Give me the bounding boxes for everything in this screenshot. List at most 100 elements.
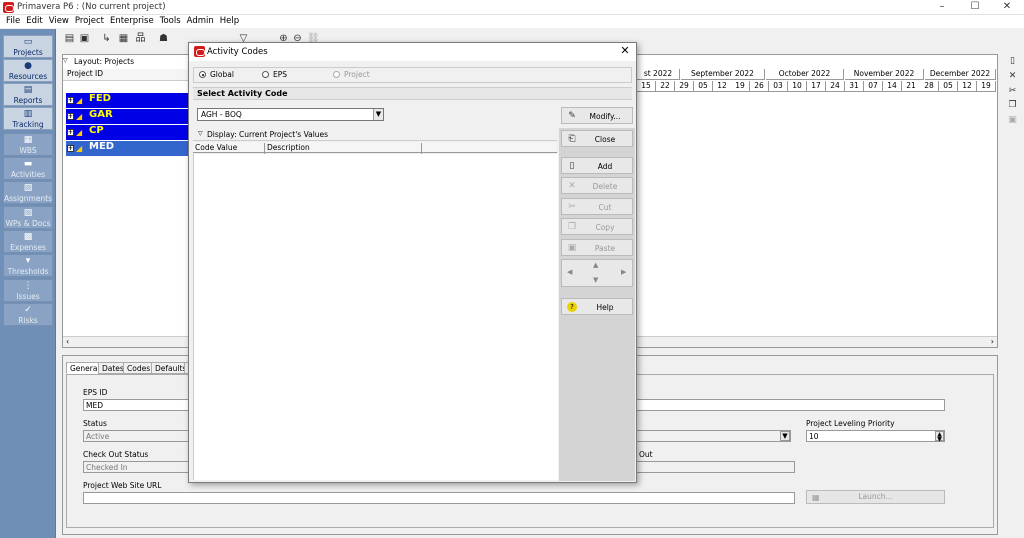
- nav-expenses-icon: ▩: [23, 232, 33, 242]
- scroll-left-icon[interactable]: ‹: [66, 337, 69, 346]
- leveling-priority-field[interactable]: 10: [806, 430, 945, 442]
- nav-activities-icon: ▬: [23, 159, 33, 169]
- nav-item-label: WPs & Docs: [5, 219, 51, 228]
- menu-enterprise[interactable]: Enterprise: [108, 15, 158, 28]
- table-icon[interactable]: ▦: [118, 33, 129, 44]
- layout-header: ▽ Layout: Projects: [63, 57, 193, 67]
- chevron-down-icon[interactable]: ▽: [198, 130, 203, 137]
- leveling-stepper-icon[interactable]: ▲ ▼: [935, 431, 944, 443]
- move-up-icon[interactable]: ▲: [593, 261, 598, 269]
- delete-icon[interactable]: ✕: [1007, 71, 1018, 82]
- column-header-code-value[interactable]: Code Value: [193, 143, 265, 154]
- nav-item-risks: ✓ Risks: [3, 303, 53, 326]
- move-left-icon[interactable]: ◀: [567, 268, 572, 276]
- copy-label: Copy: [595, 223, 615, 232]
- close-button[interactable]: ⎗ Close: [561, 130, 633, 147]
- chevron-down-icon[interactable]: ▼: [373, 109, 383, 120]
- menu-admin[interactable]: Admin: [185, 15, 218, 28]
- column-header-project-id[interactable]: Project ID: [63, 69, 189, 81]
- menu-bar: File Edit View Project Enterprise Tools …: [0, 15, 1024, 28]
- nav-item-resources[interactable]: ● Resources: [3, 59, 53, 82]
- maximize-button[interactable]: ☐: [965, 1, 985, 12]
- delete-icon: ✕: [568, 181, 576, 191]
- new-document-icon[interactable]: ▯: [1007, 56, 1018, 67]
- scope-global-label: Global: [210, 70, 234, 79]
- nav-reports-icon: ▤: [23, 85, 33, 95]
- launch-label: Launch...: [858, 492, 893, 501]
- scope-global-radio[interactable]: [199, 71, 206, 78]
- add-button[interactable]: ▯ Add: [561, 157, 633, 174]
- copy-button[interactable]: ❐ Copy: [561, 218, 633, 235]
- modify-button[interactable]: ✎ Modify...: [561, 107, 633, 124]
- select-activity-code-header: Select Activity Code: [193, 87, 632, 100]
- nav-item-label: Activities: [10, 170, 46, 179]
- expand-icon[interactable]: +: [67, 97, 74, 104]
- resource-icon[interactable]: ☗: [158, 33, 169, 44]
- menu-view[interactable]: View: [47, 15, 73, 28]
- nav-assignments-icon: ▧: [23, 183, 33, 193]
- timescale-day: 28: [920, 81, 939, 92]
- nav-item-label: Issues: [16, 292, 40, 301]
- timescale-day: 05: [694, 81, 713, 92]
- nav-item-label: Risks: [18, 316, 38, 325]
- cut-icon: ✂: [568, 202, 576, 212]
- scope-bar: [193, 67, 632, 83]
- project-row[interactable]: + ◢ GAR: [66, 109, 188, 124]
- minimize-button[interactable]: –: [932, 1, 952, 12]
- scroll-right-icon[interactable]: ›: [991, 337, 994, 346]
- scope-eps-radio[interactable]: [262, 71, 269, 78]
- move-right-icon[interactable]: ▶: [621, 268, 626, 276]
- website-url-field[interactable]: [83, 492, 795, 504]
- menu-edit[interactable]: Edit: [24, 15, 46, 28]
- project-row[interactable]: + ◢ FED: [66, 93, 188, 108]
- timescale-month: st 2022: [637, 69, 680, 80]
- nav-item-projects[interactable]: ▭ Projects: [3, 35, 53, 58]
- nav-item-tracking[interactable]: ▥ Tracking: [3, 107, 53, 130]
- delete-button[interactable]: ✕ Delete: [561, 177, 633, 194]
- eps-node-icon: ◢: [76, 144, 83, 153]
- timescale-day: 14: [883, 81, 902, 92]
- copy-icon[interactable]: ❐: [1007, 100, 1018, 111]
- status-dropdown-icon[interactable]: ▼: [780, 431, 790, 441]
- timescale-day: 31: [845, 81, 864, 92]
- close-window-button[interactable]: ✕: [997, 1, 1017, 12]
- help-button[interactable]: ? Help: [561, 298, 633, 315]
- expand-icon[interactable]: +: [67, 129, 74, 136]
- indent-icon[interactable]: ↳: [101, 33, 112, 44]
- nav-item-wps-docs: ▨ WPs & Docs: [3, 206, 53, 229]
- eps-node-icon: ◢: [76, 112, 83, 121]
- modify-icon: ✎: [568, 111, 576, 121]
- nav-issues-icon: ⋮: [23, 281, 33, 291]
- close-label: Close: [594, 135, 616, 144]
- nav-item-wbs: ▦ WBS: [3, 133, 53, 156]
- move-down-icon[interactable]: ▼: [593, 276, 598, 284]
- column-header-description[interactable]: Description: [265, 143, 422, 154]
- print-preview-icon[interactable]: ▣: [79, 33, 90, 44]
- chevron-down-icon[interactable]: ▽: [63, 57, 68, 64]
- menu-file[interactable]: File: [4, 15, 24, 28]
- expand-icon[interactable]: +: [67, 145, 74, 152]
- nav-item-label: WBS: [19, 146, 37, 155]
- cut-icon[interactable]: ✂: [1007, 86, 1018, 97]
- menu-project[interactable]: Project: [73, 15, 108, 28]
- menu-help[interactable]: Help: [218, 15, 243, 28]
- cut-button[interactable]: ✂ Cut: [561, 198, 633, 215]
- hierarchy-icon[interactable]: 品: [135, 33, 146, 44]
- expand-icon[interactable]: +: [67, 113, 74, 120]
- codes-grid-body[interactable]: [193, 154, 558, 480]
- nav-item-reports[interactable]: ▤ Reports: [3, 83, 53, 106]
- project-row[interactable]: + ◢ MED: [66, 141, 188, 156]
- paste-button[interactable]: ▣ Paste: [561, 239, 633, 256]
- timescale-day: 17: [807, 81, 826, 92]
- nav-item-activities: ▬ Activities: [3, 157, 53, 180]
- launch-button[interactable]: ▦ Launch...: [806, 490, 945, 504]
- tab-codes[interactable]: Codes: [123, 362, 155, 374]
- scope-project-label: Project: [344, 70, 370, 79]
- checked-out-by-label: Out: [639, 450, 653, 459]
- dialog-close-icon[interactable]: ✕: [619, 44, 631, 57]
- modify-label: Modify...: [589, 112, 621, 121]
- print-icon[interactable]: ▤: [64, 33, 75, 44]
- project-row[interactable]: + ◢ CP: [66, 125, 188, 140]
- menu-tools[interactable]: Tools: [158, 15, 185, 28]
- activity-code-select[interactable]: AGH - BOQ: [197, 108, 384, 121]
